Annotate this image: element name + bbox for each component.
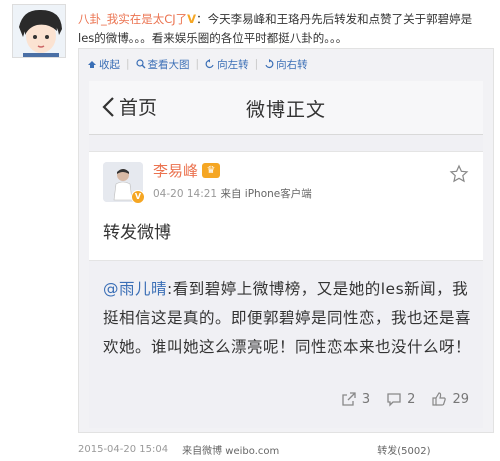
post-source: 来自 iPhone客户端 xyxy=(220,188,312,200)
rotate-left-button[interactable]: 向左转 xyxy=(205,57,249,72)
expanded-image-box: 收起 | 查看大图 | 向左转 | 向右转 首页 微博正文 V 李易峰 ♛ 04… xyxy=(78,48,494,433)
view-large-label: 查看大图 xyxy=(147,58,190,71)
repost-card: V 李易峰 ♛ 04-20 14:21 来自 iPhone客户端 转发微博 xyxy=(89,151,483,261)
toolbar-separator: | xyxy=(126,58,130,70)
post-text: 八卦_我实在是太CJ了V：今天李易峰和王珞丹先后转发和点赞了关于郭碧婷是les的… xyxy=(78,10,486,48)
comment-icon xyxy=(387,393,401,407)
toolbar-separator: | xyxy=(254,58,259,70)
collapse-label: 收起 xyxy=(99,58,120,71)
magnify-icon xyxy=(135,59,146,69)
toolbar-separator: | xyxy=(195,58,200,70)
image-toolbar: 收起 | 查看大图 | 向左转 | 向右转 xyxy=(87,55,308,73)
repost-stat: 3 xyxy=(341,391,370,407)
comment-count: 2 xyxy=(407,391,416,407)
post-time: 04-20 14:21 xyxy=(153,188,218,200)
rotate-left-icon xyxy=(205,59,214,69)
thumbs-up-icon xyxy=(432,392,447,406)
user-name-row: 李易峰 ♛ xyxy=(153,160,221,181)
verified-v-icon: V xyxy=(187,12,197,26)
post-footer: 2015-04-20 15:04 来自微博 weibo.com 转发(5002) xyxy=(78,441,494,457)
repost-count: 3 xyxy=(361,391,371,407)
poster-avatar[interactable] xyxy=(12,4,66,58)
weibo-screenshot-image[interactable]: 首页 微博正文 V 李易峰 ♛ 04-20 14:21 来自 iPhone客户端 xyxy=(89,81,483,428)
rotate-left-label: 向左转 xyxy=(217,58,249,71)
post-stats: 3 2 29 xyxy=(89,389,469,409)
post-author-link[interactable]: 八卦_我实在是太CJ了 xyxy=(78,12,187,26)
screenshot-page-title: 微博正文 xyxy=(245,99,326,121)
comment-stat: 2 xyxy=(386,391,415,407)
favorite-star-icon xyxy=(449,164,469,183)
post-via-source[interactable]: 来自微博 weibo.com xyxy=(182,442,279,457)
repost-text: 转发微博 xyxy=(103,223,171,243)
collapse-arrow-icon xyxy=(88,61,96,68)
original-post-body: @雨儿晴:看到碧婷上微博榜，又是她的les新闻，我挺相信这是真的。即便郭碧婷是同… xyxy=(103,275,475,362)
like-count: 29 xyxy=(452,391,469,407)
view-large-button[interactable]: 查看大图 xyxy=(135,57,190,72)
rotate-right-icon xyxy=(265,59,274,69)
member-crown-icon: ♛ xyxy=(202,163,221,178)
post-meta: 04-20 14:21 来自 iPhone客户端 xyxy=(153,186,312,201)
collapse-button[interactable]: 收起 xyxy=(87,57,120,72)
share-icon xyxy=(342,392,356,406)
original-post: @雨儿晴:看到碧婷上微博榜，又是她的les新闻，我挺相信这是真的。即便郭碧婷是同… xyxy=(89,269,483,428)
forward-button[interactable]: 转发(5002) xyxy=(377,442,430,457)
user-name: 李易峰 xyxy=(153,162,199,180)
rotate-right-button[interactable]: 向右转 xyxy=(264,57,308,72)
like-stat: 29 xyxy=(431,391,469,407)
mention-link: @雨儿晴 xyxy=(103,280,168,298)
avatar-illustration xyxy=(13,5,65,57)
post-timestamp[interactable]: 2015-04-20 15:04 xyxy=(78,444,168,455)
verified-badge-icon: V xyxy=(131,190,145,204)
screenshot-nav-bar: 首页 微博正文 xyxy=(89,81,483,135)
rotate-right-label: 向右转 xyxy=(276,58,308,71)
